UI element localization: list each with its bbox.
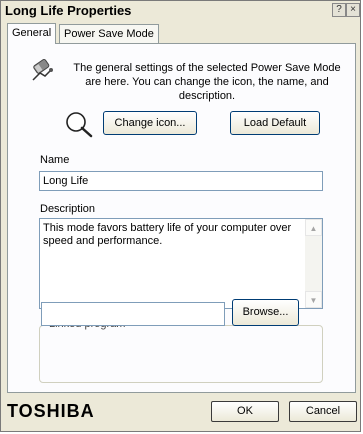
close-button[interactable]: × [346,3,360,17]
name-field[interactable]: Long Life [39,171,323,191]
ok-button[interactable]: OK [211,401,279,422]
browse-button[interactable]: Browse... [232,299,299,326]
tab-general[interactable]: General [7,23,57,44]
description-text: This mode favors battery life of your co… [43,222,292,247]
properties-dialog: Long Life Properties ? × General Power S… [0,0,361,432]
window-title: Long Life Properties [5,3,132,18]
linked-program-group: Linked program [39,318,323,383]
description-label: Description [40,203,96,215]
intro-text: The general settings of the selected Pow… [73,62,341,102]
linked-program-field[interactable] [41,302,225,326]
scroll-down-icon[interactable]: ▼ [305,291,322,308]
magnifier-icon [66,112,93,138]
general-tab-panel: The general settings of the selected Pow… [7,43,356,393]
tab-power-save-mode[interactable]: Power Save Mode [59,24,159,43]
toshiba-logo: TOSHIBA [7,401,95,421]
scroll-up-icon[interactable]: ▲ [305,219,322,236]
battery-plug-icon [32,58,53,81]
cancel-button[interactable]: Cancel [289,401,357,422]
description-scrollbar[interactable]: ▲ ▼ [305,219,322,308]
description-field[interactable]: This mode favors battery life of your co… [39,218,323,309]
help-button[interactable]: ? [332,3,346,17]
change-icon-button[interactable]: Change icon... [103,111,197,135]
load-default-button[interactable]: Load Default [230,111,320,135]
title-bar[interactable]: Long Life Properties ? × [1,1,360,20]
name-label: Name [40,154,70,166]
